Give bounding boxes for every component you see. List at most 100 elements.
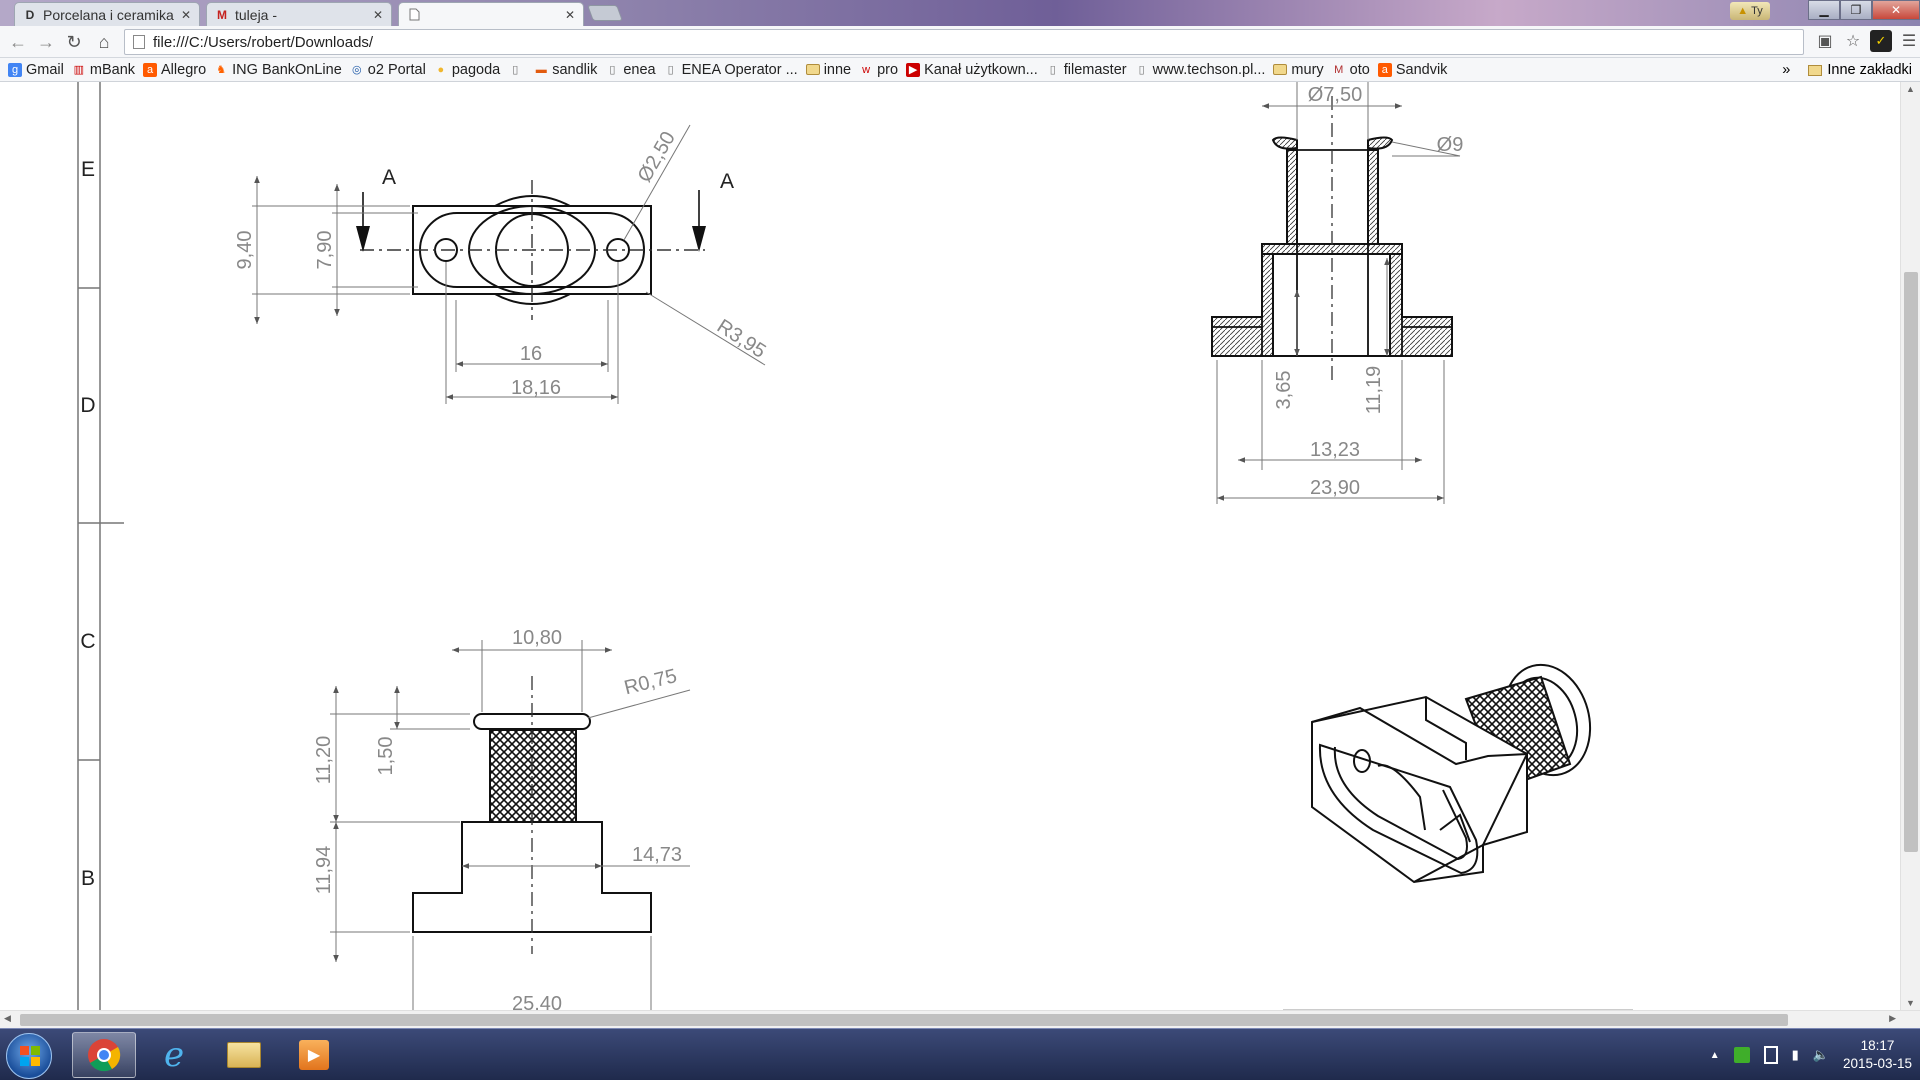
m-icon: M [1334, 63, 1344, 76]
bookmark-item[interactable]: ▥ mBank [72, 62, 135, 78]
menu-icon[interactable]: ☰ [1898, 30, 1920, 52]
volume-icon[interactable]: 🔈 [1813, 1047, 1829, 1063]
o2-icon: ◎ [351, 64, 362, 76]
taskbar-media[interactable]: ▶ [282, 1032, 346, 1078]
show-hidden-icons[interactable]: ▲ [1710, 1050, 1720, 1061]
circle-icon: ● [437, 63, 445, 76]
bookmark-item[interactable]: g Gmail [8, 62, 64, 78]
bookmark-item[interactable]: ▬ sandlik [534, 61, 598, 78]
network-icon[interactable]: ▮ [1792, 1047, 1799, 1063]
tab-strip: D Porcelana i ceramika ✕ M tuleja - ✕ ✕ … [0, 0, 1920, 26]
bank-icon: ▥ [73, 64, 85, 76]
bookmark-item[interactable]: ▯ [508, 63, 526, 77]
horizontal-scrollbar[interactable]: ◀ ▶ [0, 1010, 1920, 1028]
user-badge[interactable]: ▲ Ty [1730, 2, 1770, 20]
dim-width-mid: 13,23 [1310, 439, 1360, 461]
bookmark-item[interactable]: Moto [1332, 62, 1370, 78]
bookmark-item[interactable]: inne [805, 62, 851, 78]
dim-height-outer: 9,40 [234, 231, 256, 270]
isometric-view [1283, 663, 1633, 1010]
vertical-scroll-thumb[interactable] [1904, 272, 1918, 852]
bookmark-item[interactable]: ▯ filemaster [1046, 62, 1127, 78]
scroll-right-icon[interactable]: ▶ [1889, 1013, 1896, 1024]
scroll-left-icon[interactable]: ◀ [4, 1013, 11, 1024]
zone-label-d: D [80, 394, 95, 417]
bookmark-item[interactable]: ◎ o2 Portal [350, 62, 426, 78]
bookmark-item[interactable]: ▯ enea [605, 62, 655, 78]
vertical-scrollbar[interactable]: ▲ ▼ [1900, 82, 1920, 1010]
windows-logo-icon [20, 1046, 40, 1066]
bookmark-label: pro [877, 61, 899, 78]
home-button[interactable]: ⌂ [92, 30, 116, 54]
dim-lip-height: 1,50 [375, 737, 397, 776]
star-icon[interactable]: ☆ [1842, 30, 1864, 52]
address-bar[interactable]: file:///C:/Users/robert/Downloads/ [124, 29, 1804, 55]
gmail-icon: M [217, 7, 227, 22]
new-tab-button[interactable] [587, 5, 623, 21]
toolbar-actions: ▣ ☆ ✓ ☰ [1814, 30, 1920, 52]
youtube-icon: ▶ [906, 62, 921, 77]
bookmark-item[interactable]: mury [1273, 62, 1324, 78]
dim-depth-b: 11,19 [1363, 366, 1385, 415]
bookmark-label: ING BankOnLine [232, 61, 342, 78]
start-button[interactable] [6, 1033, 52, 1079]
bookmark-item[interactable]: ♞ ING BankOnLine [214, 62, 342, 78]
bookmark-item[interactable]: ▶ Kanał użytkown... [906, 62, 1038, 78]
bookmarks-more-button[interactable]: » [1782, 62, 1790, 78]
page-icon: ▯ [667, 64, 674, 76]
close-window-button[interactable]: ✕ [1872, 0, 1920, 20]
extension-icon[interactable]: ✓ [1870, 30, 1892, 52]
close-icon[interactable]: ✕ [373, 8, 383, 22]
taskbar-explorer[interactable] [212, 1032, 276, 1078]
bookmark-item[interactable]: w pro [859, 62, 898, 78]
dim-height-inner: 7,90 [314, 231, 336, 270]
section-label-left: A [382, 166, 396, 189]
zone-label-e: E [81, 158, 95, 181]
bookmark-label: www.techson.pl... [1152, 61, 1266, 78]
battery-icon[interactable] [1763, 1046, 1778, 1064]
app-tray-icon[interactable] [1733, 1047, 1750, 1063]
bookmark-label: pagoda [451, 61, 501, 78]
bookmark-item[interactable]: ▯ www.techson.pl... [1135, 62, 1266, 78]
forward-button[interactable]: → [34, 30, 58, 54]
dim-hole-diameter: Ø2,50 [634, 128, 680, 186]
dim-width-outer: 18,16 [511, 377, 561, 399]
google-icon: g [8, 62, 22, 77]
close-icon[interactable]: ✕ [565, 8, 575, 22]
close-icon[interactable]: ✕ [181, 8, 191, 22]
front-view: 10,80 R0,75 11,20 1,50 11,94 14,73 25,40 [313, 627, 691, 1010]
window-controls: ▁ ❐ ✕ [1808, 0, 1920, 22]
allegro-icon: a [1377, 62, 1392, 77]
maximize-button[interactable]: ❐ [1840, 0, 1872, 20]
bookmark-label: Kanał użytkown... [924, 61, 1038, 78]
minimize-button[interactable]: ▁ [1808, 0, 1840, 20]
other-bookmarks[interactable]: Inne zakładki [1827, 62, 1912, 78]
bookmark-label: o2 Portal [367, 61, 426, 78]
bookmark-item[interactable]: ▯ ENEA Operator ... [664, 62, 798, 78]
bookmark-item[interactable]: a Sandvik [1377, 62, 1447, 78]
tab-tuleja[interactable]: M tuleja - ✕ [206, 2, 392, 26]
taskbar-ie[interactable]: e [142, 1032, 206, 1078]
scroll-up-icon[interactable]: ▲ [1906, 84, 1915, 94]
reload-button[interactable]: ↻ [62, 30, 86, 54]
back-button[interactable]: ← [6, 30, 30, 54]
bookmark-label: Allegro [161, 61, 207, 78]
dim-width-base: 23,90 [1310, 477, 1360, 499]
bookmark-item[interactable]: ● pagoda [434, 61, 501, 78]
bookmark-label: sandlik [552, 61, 598, 78]
clock[interactable]: 18:17 2015-03-15 [1843, 1037, 1912, 1073]
tab-porcelana[interactable]: D Porcelana i ceramika ✕ [14, 2, 200, 26]
bookmark-item[interactable]: a Allegro [143, 62, 206, 78]
dim-depth-a: 3,65 [1273, 371, 1295, 410]
allegro-icon: a [143, 62, 158, 77]
scroll-down-icon[interactable]: ▼ [1906, 998, 1915, 1008]
tab-current[interactable]: ✕ [398, 2, 584, 26]
page-icon: ▯ [512, 64, 519, 76]
system-tray: ▲ ▮ 🔈 18:17 2015-03-15 [1710, 1033, 1912, 1077]
taskbar-chrome[interactable] [72, 1032, 136, 1078]
url-text: file:///C:/Users/robert/Downloads/ [153, 33, 374, 51]
toolbar: ← → ↻ ⌂ file:///C:/Users/robert/Download… [0, 26, 1920, 58]
translate-icon[interactable]: ▣ [1814, 30, 1836, 52]
horizontal-scroll-thumb[interactable] [20, 1014, 1788, 1026]
bookmark-label: enea [623, 61, 656, 78]
